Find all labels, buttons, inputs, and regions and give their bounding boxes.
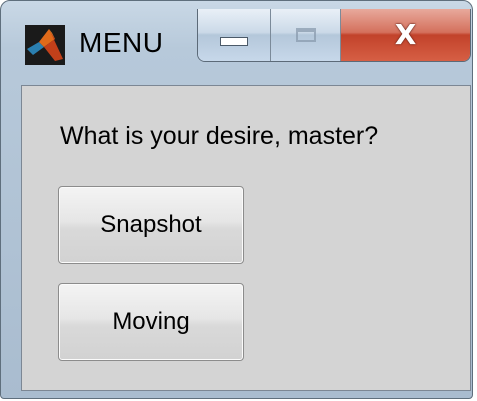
snapshot-button[interactable]: Snapshot	[58, 186, 244, 264]
caption-buttons: X	[197, 9, 471, 62]
menu-window: MENU X What is your desire, master? Snap…	[0, 0, 473, 399]
maximize-button[interactable]	[271, 9, 341, 61]
matlab-logo-icon	[25, 25, 65, 65]
window-title: MENU	[79, 27, 164, 58]
menu-panel: What is your desire, master? Snapshot Mo…	[21, 85, 471, 391]
minimize-button[interactable]	[198, 9, 271, 61]
minimize-icon	[220, 36, 248, 46]
maximize-icon	[295, 28, 316, 42]
close-button[interactable]: X	[341, 9, 470, 61]
close-icon: X	[394, 18, 417, 51]
title-bar[interactable]: MENU X	[1, 1, 472, 81]
moving-button[interactable]: Moving	[58, 283, 244, 361]
prompt-label: What is your desire, master?	[60, 122, 379, 150]
